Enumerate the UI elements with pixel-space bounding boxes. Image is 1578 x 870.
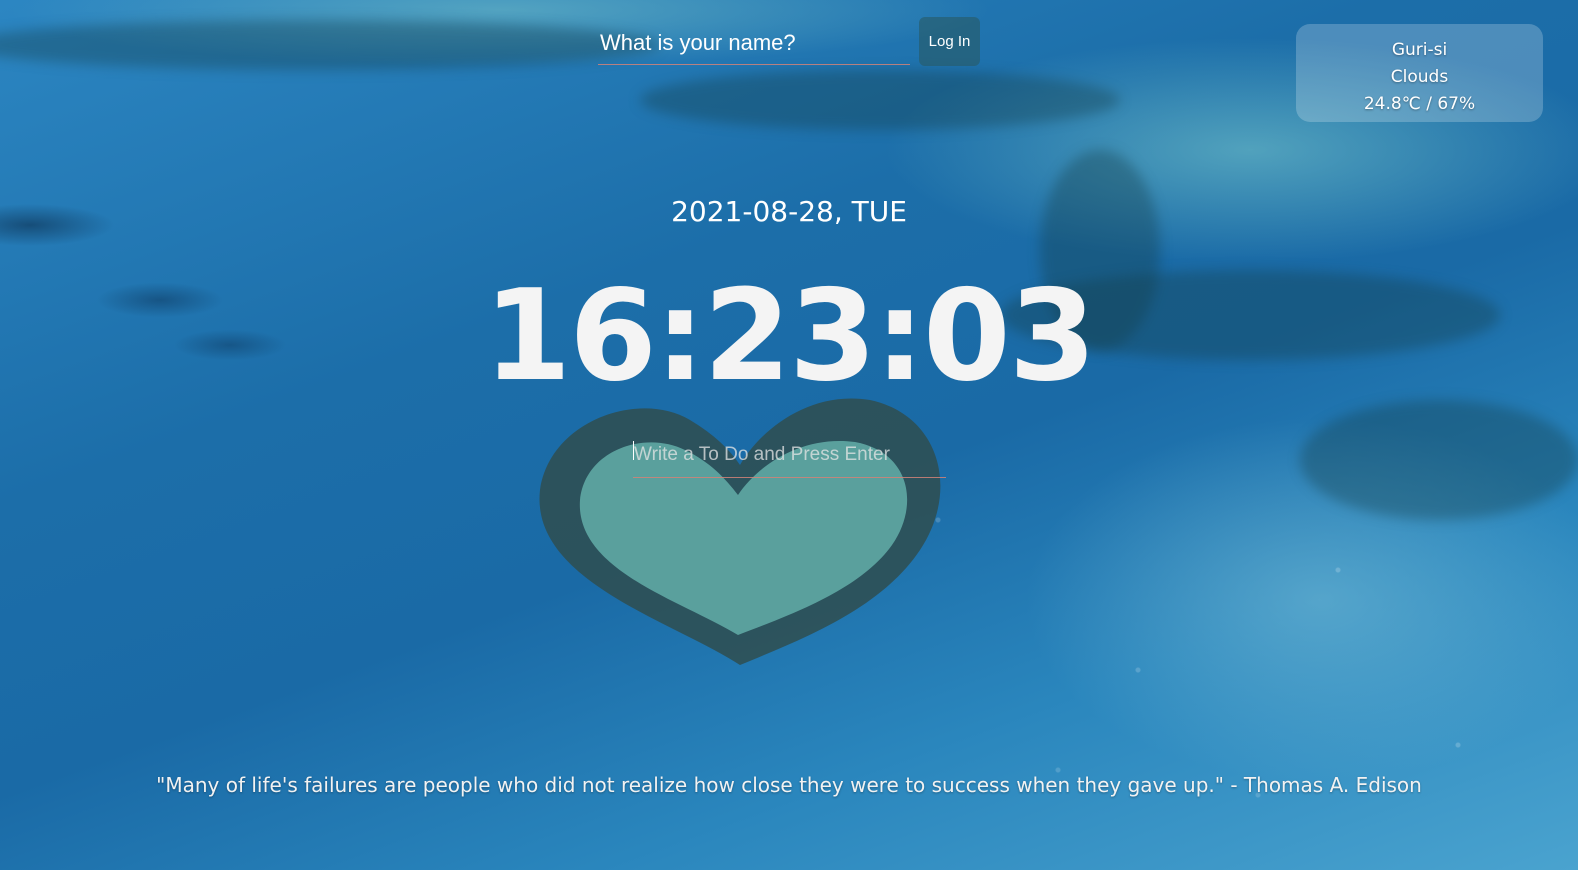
quote-text: "Many of life's failures are people who … (156, 773, 1224, 797)
text-caret (633, 441, 634, 460)
name-input[interactable] (598, 21, 910, 65)
quote-author: Thomas A. Edison (1243, 773, 1422, 797)
weather-temperature-humidity: 24.8℃ / 67% (1363, 94, 1476, 114)
weather-card: Guri-si Clouds 24.8℃ / 67% (1296, 24, 1543, 122)
heart-reef-image (520, 380, 960, 680)
login-button[interactable]: Log In (919, 17, 980, 66)
quote-separator: - (1223, 773, 1244, 797)
weather-condition: Clouds (1390, 67, 1449, 87)
login-form: Log In (598, 17, 980, 69)
weather-city: Guri-si (1391, 40, 1448, 60)
quote: "Many of life's failures are people who … (0, 773, 1578, 797)
todo-input[interactable] (633, 432, 946, 478)
date-display: 2021-08-28, TUE (671, 195, 907, 228)
clock-display: 16:23:03 (483, 262, 1097, 409)
